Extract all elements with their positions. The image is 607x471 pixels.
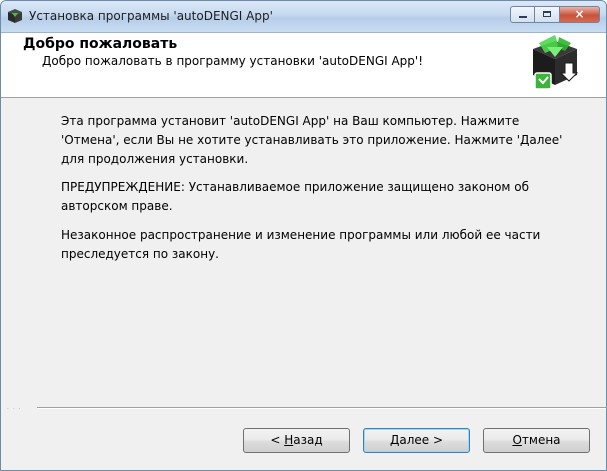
installer-box-icon	[533, 35, 579, 90]
legal-paragraph: Незаконное распространение и изменение п…	[61, 228, 541, 261]
next-button-label: алее >	[399, 433, 444, 447]
separator-dots: · · ·	[7, 406, 22, 413]
footer-separator	[37, 407, 606, 409]
warning-paragraph: ПРЕДУПРЕЖДЕНИЕ: Устанавливаемое приложен…	[61, 180, 530, 213]
back-button-label: азад	[293, 433, 323, 447]
title-bar[interactable]: Установка программы 'autoDENGI App' ×	[1, 1, 606, 33]
wizard-header: Добро пожаловать Добро пожаловать в прог…	[1, 33, 606, 98]
close-button[interactable]: ×	[560, 6, 600, 23]
back-button-prefix: <	[270, 433, 285, 447]
close-icon: ×	[574, 7, 585, 21]
back-button-hotkey: Н	[284, 433, 294, 447]
wizard-body: Эта программа установит 'autoDENGI App' …	[1, 98, 606, 404]
page-title: Добро пожаловать	[23, 36, 178, 52]
intro-paragraph: Эта программа установит 'autoDENGI App' …	[61, 114, 563, 166]
minimize-icon	[519, 16, 527, 18]
installer-app-icon	[8, 9, 22, 23]
minimize-button[interactable]	[510, 6, 535, 23]
page-subtitle: Добро пожаловать в программу установки '…	[42, 54, 424, 68]
cancel-button-hotkey: О	[512, 433, 522, 447]
cancel-button[interactable]: Отмена	[483, 428, 590, 453]
installer-window: Установка программы 'autoDENGI App' × До…	[0, 0, 607, 471]
back-button[interactable]: < Назад	[243, 428, 350, 453]
maximize-button[interactable]	[535, 6, 560, 23]
next-button[interactable]: Далее >	[363, 428, 470, 453]
next-button-hotkey: Д	[389, 433, 400, 447]
maximize-icon	[543, 11, 551, 17]
cancel-button-label: тмена	[521, 433, 561, 447]
window-title: Установка программы 'autoDENGI App'	[29, 9, 273, 23]
caption-buttons: ×	[510, 6, 600, 23]
